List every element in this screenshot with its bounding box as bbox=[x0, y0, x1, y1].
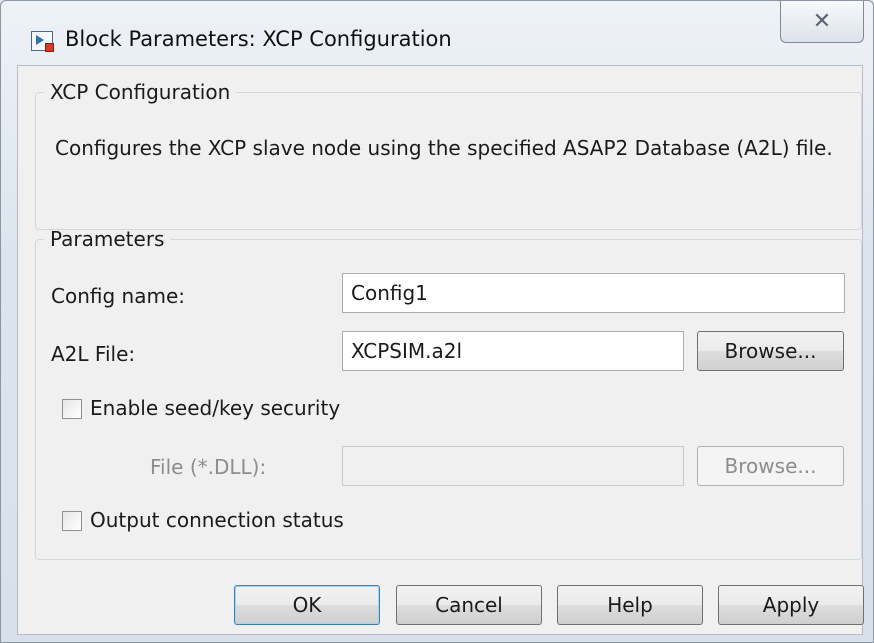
simulink-block-icon bbox=[31, 31, 54, 52]
dll-file-input[interactable] bbox=[342, 446, 684, 486]
config-name-input[interactable] bbox=[342, 273, 845, 313]
output-status-checkbox[interactable] bbox=[62, 511, 82, 531]
parameters-group-legend: Parameters bbox=[50, 227, 165, 251]
a2l-browse-button[interactable]: Browse... bbox=[697, 331, 844, 371]
block-description: Configures the XCP slave node using the … bbox=[55, 136, 833, 160]
seed-key-checkbox[interactable] bbox=[62, 399, 82, 419]
seed-key-label[interactable]: Enable seed/key security bbox=[90, 396, 340, 420]
description-group-legend: XCP Configuration bbox=[50, 80, 231, 104]
ok-button[interactable]: OK bbox=[234, 585, 380, 625]
cancel-button[interactable]: Cancel bbox=[396, 585, 542, 625]
window-title: Block Parameters: XCP Configuration bbox=[65, 27, 452, 51]
help-button[interactable]: Help bbox=[557, 585, 703, 625]
dialog-window: Block Parameters: XCP Configuration ✕ XC… bbox=[0, 0, 874, 643]
a2l-file-label: A2L File: bbox=[51, 342, 136, 366]
dll-file-label: File (*.DLL): bbox=[150, 455, 267, 479]
close-button[interactable]: ✕ bbox=[780, 1, 864, 43]
a2l-file-input[interactable] bbox=[342, 331, 684, 371]
config-name-label: Config name: bbox=[51, 284, 185, 308]
close-icon: ✕ bbox=[812, 8, 832, 34]
dll-browse-button[interactable]: Browse... bbox=[697, 446, 844, 486]
apply-button[interactable]: Apply bbox=[718, 585, 864, 625]
title-bar[interactable]: Block Parameters: XCP Configuration ✕ bbox=[1, 1, 873, 73]
output-status-label[interactable]: Output connection status bbox=[90, 508, 344, 532]
dialog-content: XCP Configuration Configures the XCP sla… bbox=[17, 65, 864, 635]
